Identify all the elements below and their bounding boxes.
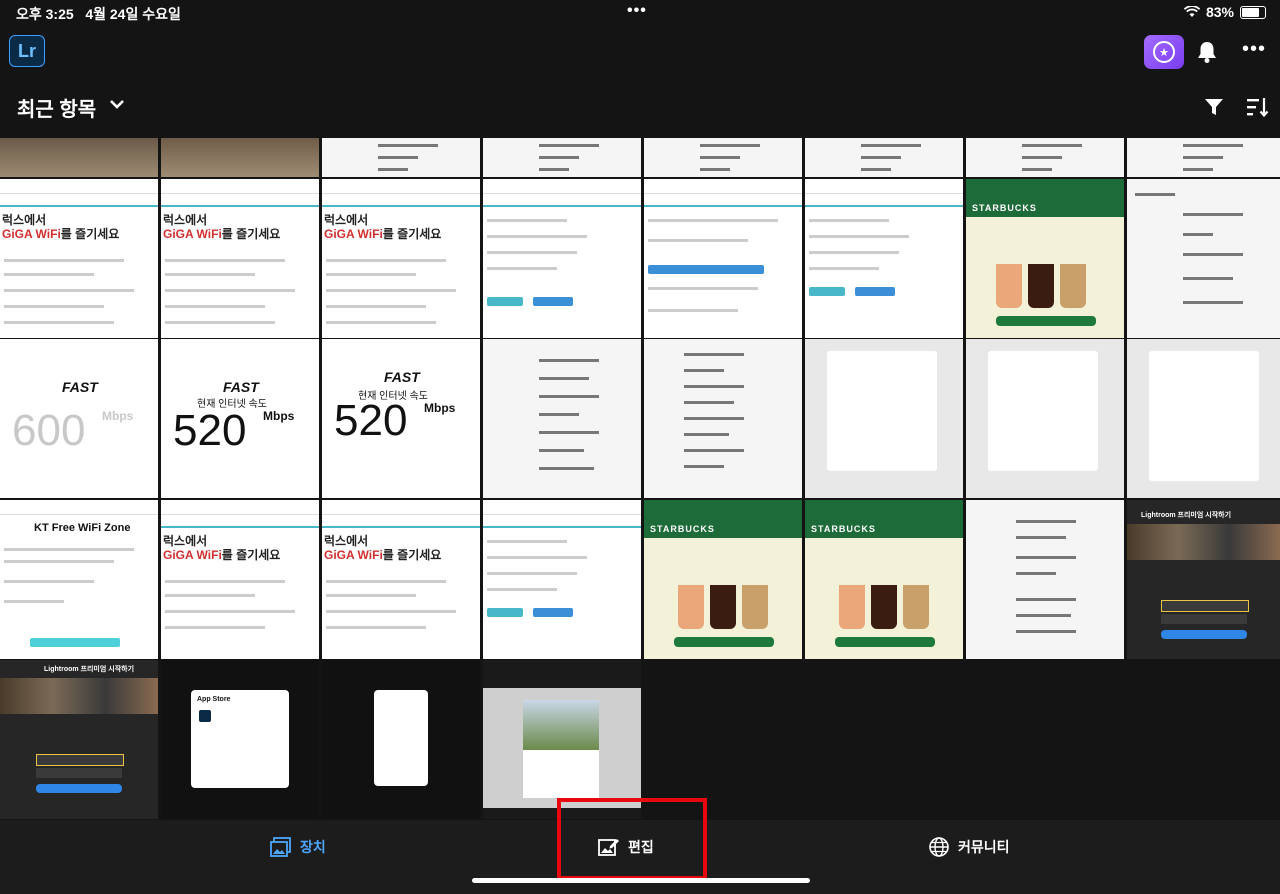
kt-suffix-text: 를 즐기세요 [382,227,442,241]
kt-prefix-text: 럭스에서 [163,213,208,227]
photo-thumbnail[interactable]: STARBUCKS [966,179,1124,338]
starbucks-text: STARBUCKS [650,524,715,534]
sort-icon[interactable] [1246,96,1270,118]
device-photos-icon [270,837,291,857]
globe-icon [929,837,949,857]
fast-speed-text: 520 [334,396,408,445]
kt-prefix-text: 럭스에서 [163,534,208,548]
bell-icon[interactable] [1196,40,1218,64]
photo-thumbnail[interactable] [0,138,158,177]
battery-icon [1240,5,1266,19]
kt-prefix-text: 럭스에서 [324,534,369,548]
premium-star-icon: ★ [1153,41,1175,63]
photo-thumbnail[interactable] [805,339,963,498]
photo-thumbnail[interactable] [966,339,1124,498]
kt-giga-text: GiGA WiFi [324,227,383,241]
starbucks-text: STARBUCKS [972,203,1037,213]
photo-thumbnail[interactable] [644,339,802,498]
starbucks-text: STARBUCKS [811,524,876,534]
photo-thumbnail[interactable] [161,138,319,177]
photo-thumbnail[interactable] [1127,179,1280,338]
photo-thumbnail[interactable]: 럭스에서 GiGA WiFi를 즐기세요 [161,179,319,338]
photo-thumbnail[interactable] [483,138,641,177]
kt-free-text: KT Free WiFi Zone [34,522,131,534]
photo-thumbnail[interactable] [483,339,641,498]
wifi-icon [1183,6,1200,17]
tab-device[interactable]: 장치 [270,836,326,858]
album-toolbar: 최근 항목 [0,76,1280,138]
more-icon[interactable]: ••• [1242,39,1266,59]
photo-grid: 럭스에서 GiGA WiFi를 즐기세요 럭스에서 GiGA WiFi를 즐기세요 … [0,138,1280,820]
tab-device-label: 장치 [300,839,326,855]
photo-thumbnail[interactable] [644,138,802,177]
photo-thumbnail[interactable]: FAST 현재 인터넷 속도 520 Mbps [161,339,319,498]
fast-speed-text: 520 [173,406,247,455]
kt-prefix-text: 럭스에서 [2,213,47,227]
photo-thumbnail[interactable]: App Store [161,660,319,819]
photo-thumbnail[interactable]: STARBUCKS [644,500,802,659]
photo-thumbnail[interactable]: 럭스에서 GiGA WiFi를 즐기세요 [322,500,480,659]
photo-thumbnail[interactable]: FAST 현재 인터넷 속도 520 Mbps [322,339,480,498]
photo-thumbnail[interactable]: Lightroom 프리미엄 시작하기 [1127,500,1280,659]
photo-thumbnail[interactable]: 럭스에서 GiGA WiFi를 즐기세요 [0,179,158,338]
kt-suffix-text: 를 즐기세요 [221,548,281,562]
app-bar: Lr ★ ••• [0,26,1280,76]
filter-icon[interactable] [1203,96,1225,118]
photo-thumbnail[interactable] [966,500,1124,659]
photo-thumbnail[interactable] [805,138,963,177]
lr-logo[interactable]: Lr [9,35,45,67]
status-bar: 오후 3:25 4월 24일 수요일 ••• 83% [0,0,1280,26]
photo-thumbnail[interactable]: STARBUCKS [805,500,963,659]
fast-logo-text: FAST [384,369,420,385]
photo-thumbnail[interactable] [1127,339,1280,498]
kt-giga-text: GiGA WiFi [163,548,222,562]
lightroom-start-text: Lightroom 프리미엄 시작하기 [1141,512,1232,519]
tab-community-label: 커뮤니티 [958,839,1010,855]
photo-thumbnail[interactable] [966,138,1124,177]
kt-giga-text: GiGA WiFi [2,227,61,241]
edit-tab-highlight-box [557,798,707,880]
photo-thumbnail[interactable]: KT Free WiFi Zone [0,500,158,659]
photo-thumbnail[interactable] [1127,138,1280,177]
photo-thumbnail[interactable]: Lightroom 프리미엄 시작하기 [0,660,158,819]
fast-unit-text: Mbps [263,409,295,423]
photo-thumbnail[interactable] [322,660,480,819]
premium-star-button[interactable]: ★ [1144,35,1184,69]
photo-thumbnail[interactable]: 럭스에서 GiGA WiFi를 즐기세요 [161,500,319,659]
tab-community[interactable]: 커뮤니티 [928,836,1010,858]
status-time: 오후 3:25 4월 24일 수요일 [16,6,181,22]
multitask-dots-icon[interactable]: ••• [627,2,647,20]
kt-suffix-text: 를 즐기세요 [382,548,442,562]
home-indicator[interactable] [472,878,810,883]
kt-prefix-text: 럭스에서 [324,213,369,227]
app-store-text: App Store [197,696,231,703]
fast-logo-text: FAST [62,379,98,395]
photo-thumbnail[interactable] [483,179,641,338]
lightroom-start-text: Lightroom 프리미엄 시작하기 [44,666,135,673]
photo-thumbnail[interactable] [805,179,963,338]
kt-suffix-text: 를 즐기세요 [221,227,281,241]
fast-unit-text: Mbps [102,409,134,423]
fast-speed-text: 600 [12,406,86,455]
album-title[interactable]: 최근 항목 [17,93,96,122]
photo-thumbnail[interactable]: FAST 600 Mbps [0,339,158,498]
photo-thumbnail[interactable] [483,500,641,659]
battery-percent: 83% [1205,4,1234,20]
kt-suffix-text: 를 즐기세요 [60,227,120,241]
photo-thumbnail[interactable] [644,179,802,338]
photo-thumbnail[interactable] [322,138,480,177]
photo-thumbnail[interactable] [483,660,641,819]
kt-giga-text: GiGA WiFi [163,227,222,241]
fast-unit-text: Mbps [424,401,456,415]
status-right: 83% [1183,4,1266,20]
chevron-down-icon[interactable] [108,97,126,111]
kt-giga-text: GiGA WiFi [324,548,383,562]
fast-logo-text: FAST [223,379,259,395]
photo-thumbnail[interactable]: 럭스에서 GiGA WiFi를 즐기세요 [322,179,480,338]
